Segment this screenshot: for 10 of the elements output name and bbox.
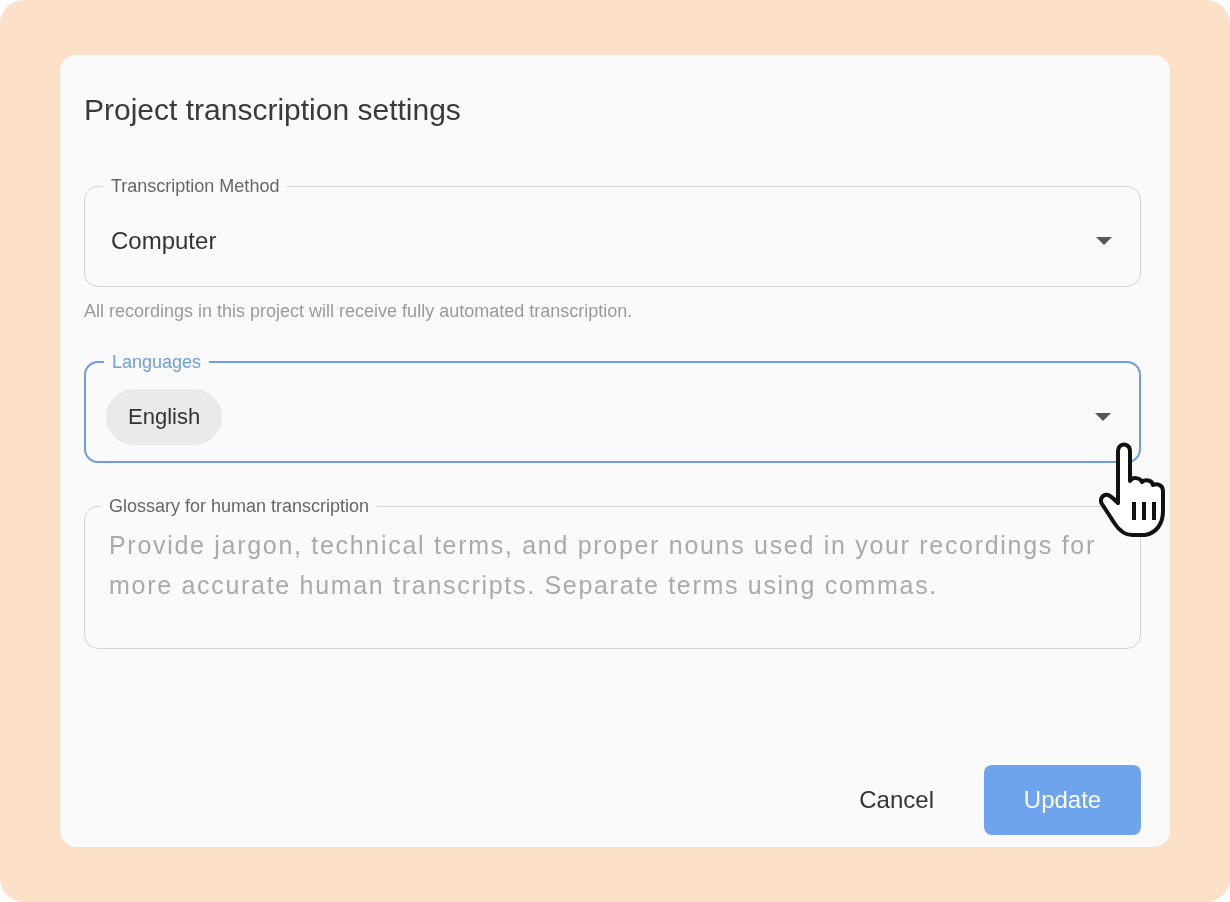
language-chip[interactable]: English xyxy=(106,389,223,445)
dialog-title: Project transcription settings xyxy=(84,93,462,127)
caret-icon xyxy=(1096,237,1112,245)
helper-text: All recordings in this project will receive fully automated transcription. xyxy=(84,301,634,322)
field-label: Transcription Method xyxy=(110,175,281,197)
field-label: Glossary for human transcription xyxy=(108,495,371,517)
field-label: Languages xyxy=(111,351,203,373)
cancel-button[interactable]: Cancel xyxy=(835,770,958,830)
selected-value: Computer xyxy=(111,227,217,255)
caret-icon xyxy=(1095,413,1111,421)
